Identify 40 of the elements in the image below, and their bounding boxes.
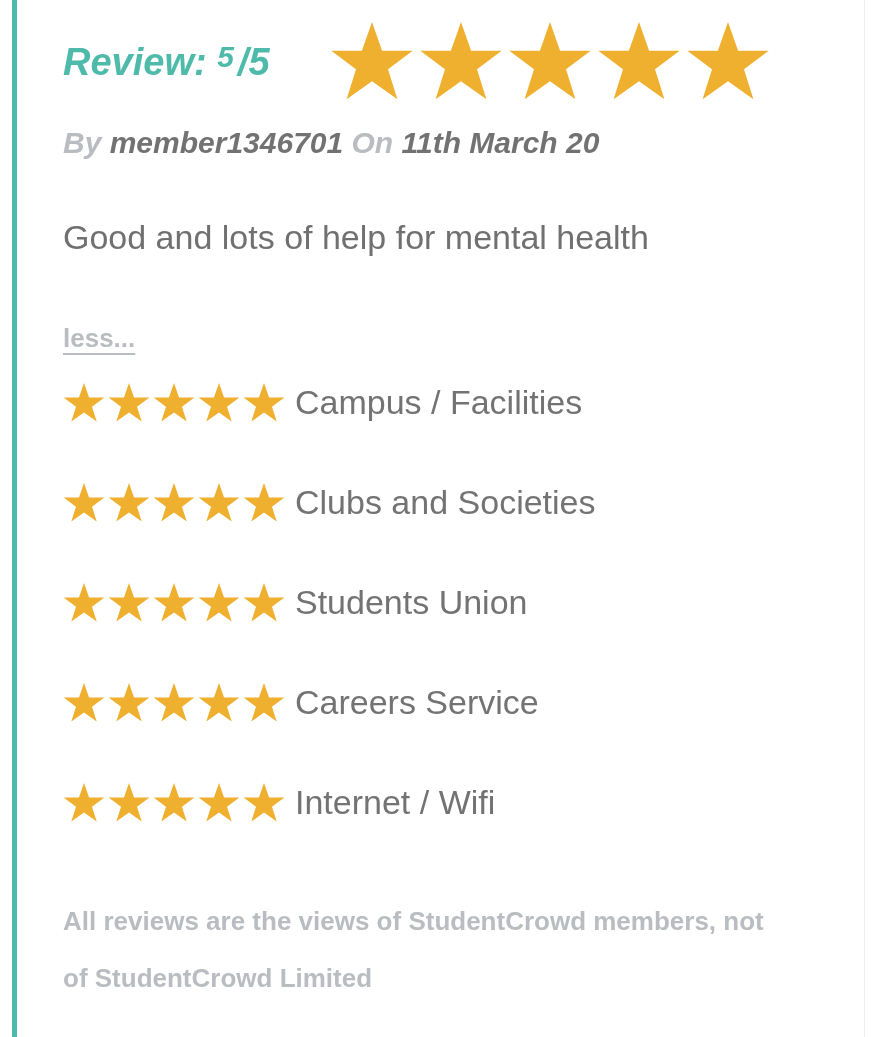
star-icon <box>243 582 285 623</box>
less-link[interactable]: less... <box>63 323 136 354</box>
star-icon <box>596 22 681 102</box>
star-icon <box>153 482 195 523</box>
star-icon <box>63 382 105 423</box>
star-icon <box>198 582 240 623</box>
star-icon <box>243 782 285 823</box>
review-title: Good and lots of help for mental health <box>63 218 650 257</box>
star-icon <box>63 782 105 823</box>
disclaimer-text: All reviews are the views of StudentCrowd members, not of StudentCrowd Limited <box>63 905 765 995</box>
review-score: Review: $^{5}$/5 <box>63 40 270 84</box>
rating-label: Clubs and Societies <box>295 483 596 522</box>
star-icon <box>153 382 195 423</box>
star-icon <box>507 22 592 102</box>
star-icon <box>108 382 150 423</box>
star-icon <box>198 782 240 823</box>
rating-label: Students Union <box>295 583 528 622</box>
star-icon <box>108 582 150 623</box>
star-icon <box>63 482 105 523</box>
star-icon <box>418 22 503 102</box>
star-icon <box>153 782 195 823</box>
star-icon <box>153 682 195 723</box>
star-icon <box>153 582 195 623</box>
star-icon <box>63 682 105 723</box>
review-meta: By member1346701 On 11th March 20 <box>63 126 601 160</box>
star-icon <box>243 482 285 523</box>
star-icon <box>243 682 285 723</box>
star-icon <box>108 782 150 823</box>
star-icon <box>198 682 240 723</box>
star-icon <box>108 482 150 523</box>
star-icon <box>108 682 150 723</box>
rating-label: Internet / Wifi <box>295 783 496 822</box>
rating-label: Careers Service <box>295 683 539 722</box>
star-icon <box>63 582 105 623</box>
star-icon <box>198 482 240 523</box>
rating-label: Campus / Facilities <box>295 383 583 422</box>
star-icon <box>685 22 770 102</box>
star-icon <box>198 382 240 423</box>
star-icon <box>329 22 414 102</box>
star-icon <box>243 382 285 423</box>
